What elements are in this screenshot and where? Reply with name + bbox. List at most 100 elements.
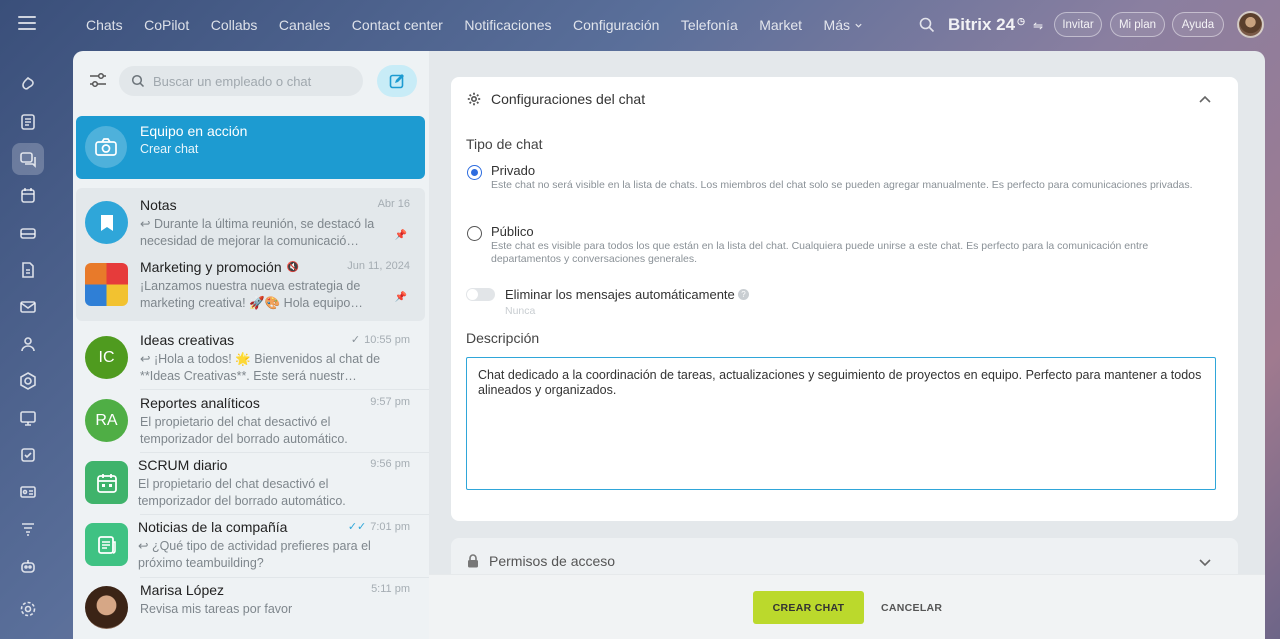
nav-item-telefonia[interactable]: Telefonía xyxy=(681,17,738,33)
brand-logo[interactable]: Bitrix 24 ◷ ⇋ xyxy=(948,15,1043,35)
new-chat-button[interactable] xyxy=(377,65,417,97)
settings-sliders-icon: ⇋ xyxy=(1032,19,1044,33)
search-icon[interactable] xyxy=(918,16,936,34)
plan-button[interactable]: Mi plan xyxy=(1110,12,1165,37)
rail-drive-icon[interactable] xyxy=(12,217,44,249)
chat-name: Ideas creativas xyxy=(140,332,235,348)
public-title: Público xyxy=(491,224,534,239)
user-avatar[interactable] xyxy=(1237,11,1264,38)
bookmark-icon xyxy=(85,201,128,244)
chevron-up-icon[interactable] xyxy=(1198,93,1212,107)
search-icon xyxy=(131,74,145,88)
chat-name: Marisa López xyxy=(140,582,225,598)
rail-automation-icon[interactable] xyxy=(12,513,44,545)
rail-checklist-icon[interactable] xyxy=(12,439,44,471)
nav-item-more[interactable]: Más xyxy=(824,17,863,33)
autodelete-label: Eliminar los mensajes automáticamente xyxy=(505,287,735,302)
nav-item-canales[interactable]: Canales xyxy=(279,17,330,33)
rail-settings-icon[interactable] xyxy=(12,593,44,625)
compose-icon xyxy=(389,74,404,89)
chevron-down-icon[interactable] xyxy=(1198,555,1212,569)
nav-item-collabs[interactable]: Collabs xyxy=(211,17,258,33)
top-nav: Chats CoPilot Collabs Canales Contact ce… xyxy=(86,17,884,33)
rail-hr-icon[interactable] xyxy=(12,476,44,508)
rail-chats-icon[interactable] xyxy=(12,143,44,175)
rail-crm-icon[interactable] xyxy=(12,365,44,397)
rail-tasks-icon[interactable] xyxy=(12,106,44,138)
invite-button[interactable]: Invitar xyxy=(1054,12,1102,37)
private-title: Privado xyxy=(491,163,536,178)
calendar-icon xyxy=(85,461,128,504)
chat-name: Reportes analíticos xyxy=(140,395,260,411)
action-footer: CREAR CHAT CANCELAR xyxy=(429,574,1265,639)
chat-settings-panel: Configuraciones del chat Tipo de chat Pr… xyxy=(429,51,1265,639)
chat-row-marketing[interactable]: Marketing y promoción 🔇 Jun 11, 2024 ¡Lan… xyxy=(73,254,429,316)
help-button[interactable]: Ayuda xyxy=(1172,12,1224,37)
rail-contacts-icon[interactable] xyxy=(12,328,44,360)
create-chat-button[interactable]: CREAR CHAT xyxy=(753,591,864,624)
description-textarea[interactable]: Chat dedicado a la coordinación de tarea… xyxy=(466,357,1216,490)
nav-item-chats[interactable]: Chats xyxy=(86,17,123,33)
rail-mail-icon[interactable] xyxy=(12,291,44,323)
chat-time: 9:56 pm xyxy=(370,458,410,470)
chat-time: 7:01 pm xyxy=(370,520,410,533)
rail-copilot-icon[interactable] xyxy=(12,69,44,101)
create-chat-banner[interactable]: Equipo en acción Crear chat xyxy=(76,116,425,179)
cancel-button[interactable]: CANCELAR xyxy=(881,591,942,624)
left-rail xyxy=(0,51,56,639)
radio-private[interactable] xyxy=(467,165,482,180)
autodelete-value: Nunca xyxy=(505,305,536,317)
help-icon[interactable]: ? xyxy=(738,289,749,300)
chat-search-input[interactable]: Buscar un empleado o chat xyxy=(119,66,363,96)
chat-row-ideas[interactable]: IC Ideas creativas ✓ 10:55 pm ↩ ¡Hola a t… xyxy=(73,327,429,389)
lock-icon xyxy=(468,554,478,568)
nav-item-contact-center[interactable]: Contact center xyxy=(352,17,443,33)
chat-row-reportes[interactable]: RA Reportes analíticos 9:57 pm El propie… xyxy=(73,390,429,452)
nav-item-configuracion[interactable]: Configuración xyxy=(573,17,659,33)
autodelete-toggle[interactable] xyxy=(466,288,495,301)
chat-preview: ¡Lanzamos nuestra nueva estrategia de ma… xyxy=(140,279,363,310)
banner-subtitle: Crear chat xyxy=(140,142,199,156)
menu-icon[interactable] xyxy=(18,16,36,30)
rail-sites-icon[interactable] xyxy=(12,402,44,434)
rail-bot-icon[interactable] xyxy=(12,550,44,582)
chat-preview: El propietario del chat desactivó el tem… xyxy=(138,477,346,508)
nav-item-copilot[interactable]: CoPilot xyxy=(144,17,189,33)
gear-icon xyxy=(467,92,481,106)
chat-row-scrum[interactable]: SCRUM diario 9:56 pm El propietario del … xyxy=(73,452,429,514)
radio-public[interactable] xyxy=(467,226,482,241)
filter-icon[interactable] xyxy=(87,69,109,91)
chat-time: 9:57 pm xyxy=(370,396,410,408)
chat-name: Noticias de la compañía xyxy=(138,519,288,535)
chat-name: Marketing y promoción xyxy=(140,259,282,275)
chat-time-wrap: ✓✓ 7:01 pm xyxy=(347,520,410,534)
chevron-down-icon xyxy=(855,23,862,28)
brand-name: Bitrix 24 xyxy=(948,15,1016,34)
permissions-title: Permisos de acceso xyxy=(489,553,616,569)
pin-icon: 📌 xyxy=(394,292,407,303)
private-description: Este chat no será visible en la lista de… xyxy=(491,179,1193,191)
nav-item-notificaciones[interactable]: Notificaciones xyxy=(464,17,551,33)
chat-preview: El propietario del chat desactivó el tem… xyxy=(140,415,348,446)
camera-icon[interactable] xyxy=(85,126,127,168)
clock-icon: ◷ xyxy=(1017,16,1025,26)
chat-preview: ↩ ¿Qué tipo de actividad prefieres para … xyxy=(138,539,371,570)
chat-time: 10:55 pm xyxy=(364,333,410,346)
chat-row-noticias[interactable]: Noticias de la compañía ✓✓ 7:01 pm ↩ ¿Qué… xyxy=(73,514,429,576)
top-bar: Chats CoPilot Collabs Canales Contact ce… xyxy=(0,0,1280,51)
settings-title: Configuraciones del chat xyxy=(491,91,646,107)
read-double-check-icon: ✓✓ xyxy=(347,521,367,533)
rail-calendar-icon[interactable] xyxy=(12,180,44,212)
chat-time: Jun 11, 2024 xyxy=(347,260,410,272)
rail-documents-icon[interactable] xyxy=(12,254,44,286)
chat-preview: Revisa mis tareas por favor xyxy=(140,602,293,616)
chat-row-notas[interactable]: Notas Abr 16 ↩ Durante la última reunión… xyxy=(73,192,429,254)
news-icon xyxy=(85,523,128,566)
chat-row-marisa[interactable]: Marisa López 5:11 pm Revisa mis tareas p… xyxy=(73,577,429,639)
nav-item-market[interactable]: Market xyxy=(759,17,802,33)
read-check-icon: ✓ xyxy=(350,334,361,346)
chat-time: Abr 16 xyxy=(377,198,410,210)
chat-type-label: Tipo de chat xyxy=(466,136,543,152)
public-description: Este chat es visible para todos los que … xyxy=(491,240,1149,265)
settings-header[interactable]: Configuraciones del chat xyxy=(467,91,645,107)
